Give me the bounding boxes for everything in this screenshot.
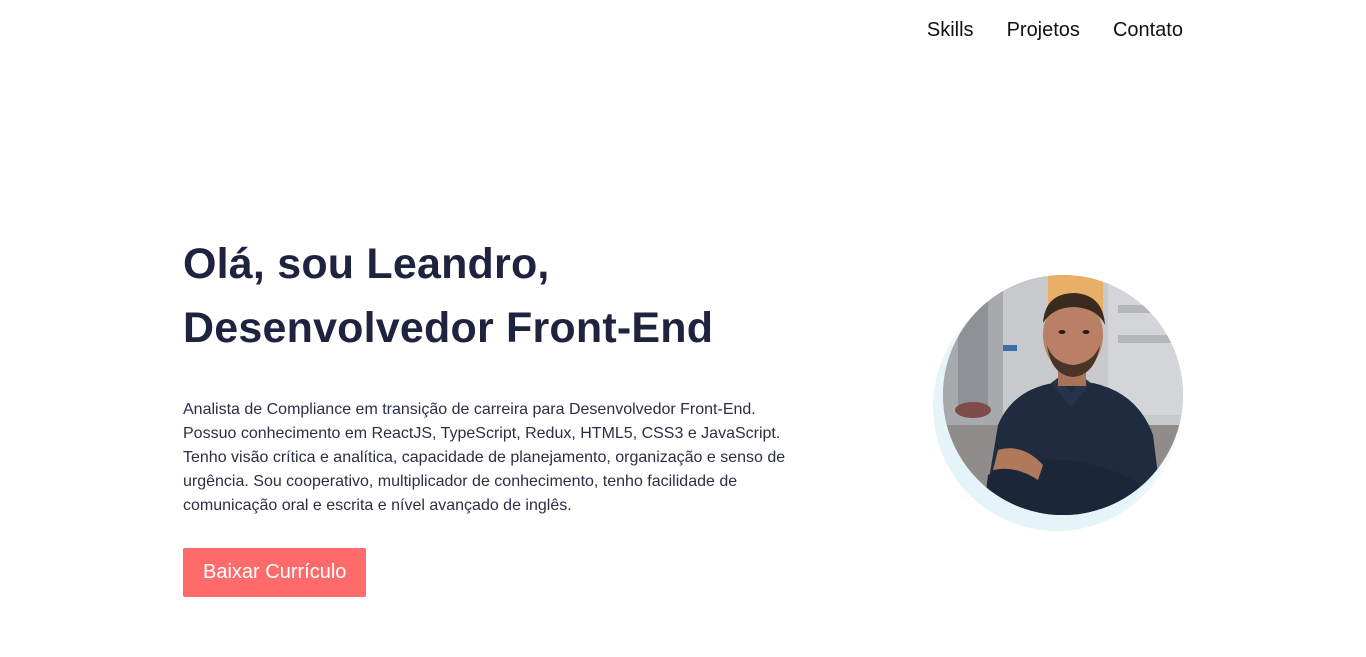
hero-section: Olá, sou Leandro, Desenvolvedor Front-En… [183, 232, 803, 597]
hero-title-line1: Olá, sou Leandro, [183, 240, 550, 288]
page: Skills Projetos Contato Olá, sou Leandro… [0, 0, 1366, 657]
hero-title-line2: Desenvolvedor Front-End [183, 304, 714, 352]
top-nav: Skills Projetos Contato [927, 17, 1183, 43]
nav-link-contato[interactable]: Contato [1113, 17, 1183, 43]
profile-photo [943, 275, 1183, 515]
nav-link-projetos[interactable]: Projetos [1007, 17, 1080, 43]
hero-title: Olá, sou Leandro, Desenvolvedor Front-En… [183, 232, 803, 360]
nav-link-skills[interactable]: Skills [927, 17, 974, 43]
avatar-container [933, 275, 1183, 531]
hero-description: Analista de Compliance em transição de c… [183, 401, 786, 514]
download-resume-button[interactable]: Baixar Currículo [183, 548, 367, 597]
profile-photo-illustration [943, 275, 1183, 515]
